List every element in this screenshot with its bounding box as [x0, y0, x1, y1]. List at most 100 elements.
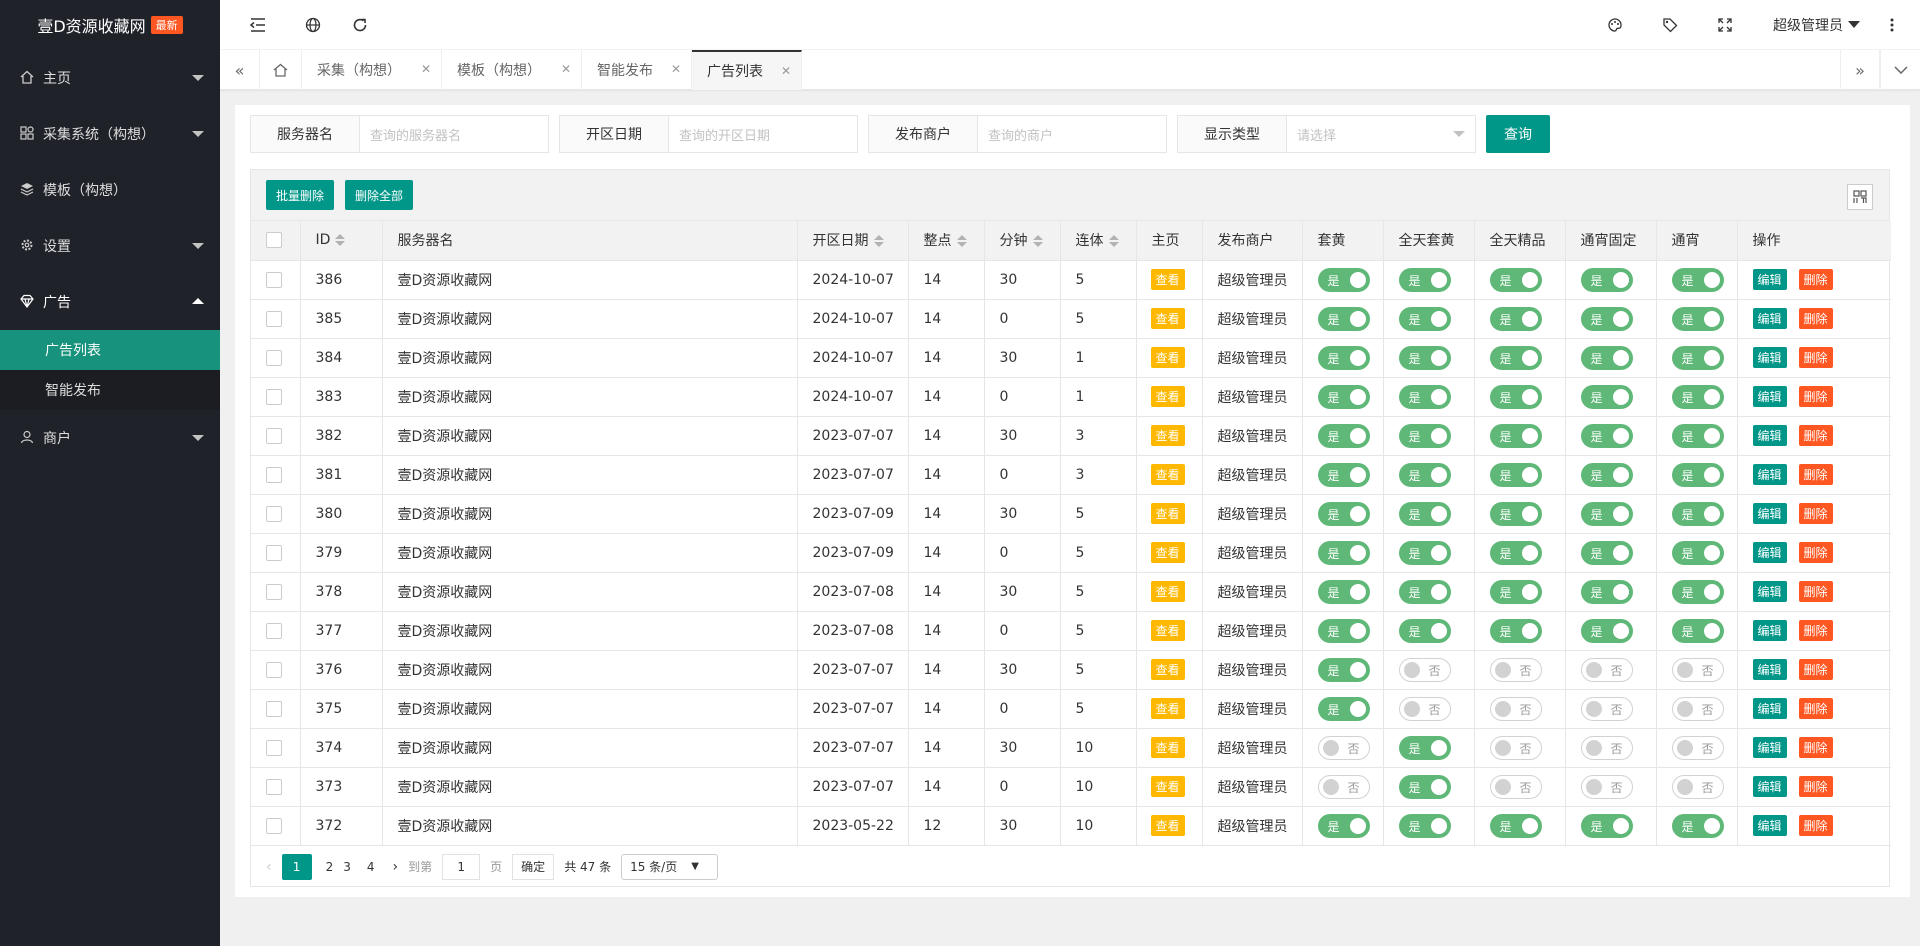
- toggle-switch[interactable]: 否: [1317, 774, 1370, 799]
- toggle-switch[interactable]: 是: [1671, 384, 1724, 409]
- toggle-switch[interactable]: 是: [1398, 579, 1451, 604]
- edit-button[interactable]: 编辑: [1752, 581, 1787, 602]
- toggle-switch[interactable]: 是: [1317, 423, 1370, 448]
- toggle-switch[interactable]: 是: [1317, 813, 1370, 838]
- toggle-switch[interactable]: 是: [1317, 384, 1370, 409]
- delete-all-button[interactable]: 删除全部: [345, 180, 413, 210]
- toggle-switch[interactable]: 是: [1489, 345, 1542, 370]
- header-date[interactable]: 开区日期: [797, 221, 909, 261]
- delete-button[interactable]: 删除: [1798, 737, 1833, 758]
- toggle-switch[interactable]: 是: [1489, 306, 1542, 331]
- view-button[interactable]: 查看: [1150, 386, 1185, 407]
- edit-button[interactable]: 编辑: [1752, 659, 1787, 680]
- edit-button[interactable]: 编辑: [1752, 386, 1787, 407]
- close-icon[interactable]: ✕: [671, 62, 681, 76]
- toggle-switch[interactable]: 是: [1671, 345, 1724, 370]
- toggle-switch[interactable]: 是: [1489, 423, 1542, 448]
- tab-menu-down-icon[interactable]: [1880, 50, 1920, 90]
- row-checkbox[interactable]: [266, 622, 282, 639]
- delete-button[interactable]: 删除: [1798, 698, 1833, 719]
- sidebar-subitem-smart-publish[interactable]: 智能发布: [0, 370, 220, 410]
- toggle-switch[interactable]: 否: [1317, 735, 1370, 760]
- toggle-switch[interactable]: 否: [1580, 774, 1633, 799]
- batch-delete-button[interactable]: 批量删除: [266, 180, 334, 210]
- sidebar-item-collect[interactable]: 采集系统（构想）: [0, 106, 220, 162]
- more-vertical-icon[interactable]: [1882, 15, 1902, 35]
- toggle-switch[interactable]: 否: [1398, 696, 1451, 721]
- toggle-switch[interactable]: 否: [1671, 696, 1724, 721]
- page-size-select[interactable]: 15 条/页 ▼: [621, 853, 718, 880]
- toggle-switch[interactable]: 是: [1398, 618, 1451, 643]
- tab-template[interactable]: 模板（构想） ✕: [442, 50, 582, 90]
- toggle-switch[interactable]: 否: [1671, 657, 1724, 682]
- page-2[interactable]: 2: [326, 860, 334, 874]
- toggle-switch[interactable]: 是: [1317, 345, 1370, 370]
- sidebar-item-home[interactable]: 主页: [0, 50, 220, 106]
- date-search-input[interactable]: 查询的开区日期: [669, 116, 857, 152]
- menu-fold-icon[interactable]: [248, 15, 268, 35]
- delete-button[interactable]: 删除: [1798, 386, 1833, 407]
- toggle-switch[interactable]: 是: [1489, 618, 1542, 643]
- toggle-switch[interactable]: 是: [1580, 618, 1633, 643]
- edit-button[interactable]: 编辑: [1752, 698, 1787, 719]
- sidebar-subitem-ad-list[interactable]: 广告列表: [0, 330, 220, 370]
- toggle-switch[interactable]: 是: [1398, 306, 1451, 331]
- view-button[interactable]: 查看: [1150, 269, 1185, 290]
- toggle-switch[interactable]: 否: [1398, 657, 1451, 682]
- toggle-switch[interactable]: 是: [1317, 579, 1370, 604]
- toggle-switch[interactable]: 是: [1580, 579, 1633, 604]
- toggle-switch[interactable]: 是: [1580, 306, 1633, 331]
- toggle-switch[interactable]: 是: [1398, 423, 1451, 448]
- tag-icon[interactable]: [1660, 15, 1680, 35]
- toggle-switch[interactable]: 是: [1317, 462, 1370, 487]
- toggle-switch[interactable]: 是: [1580, 267, 1633, 292]
- toggle-switch[interactable]: 是: [1489, 462, 1542, 487]
- view-button[interactable]: 查看: [1150, 659, 1185, 680]
- toggle-switch[interactable]: 是: [1489, 501, 1542, 526]
- toggle-switch[interactable]: 是: [1317, 267, 1370, 292]
- tab-smart-publish[interactable]: 智能发布 ✕: [582, 50, 692, 90]
- toggle-switch[interactable]: 是: [1317, 696, 1370, 721]
- toggle-switch[interactable]: 否: [1671, 774, 1724, 799]
- tab-home[interactable]: [260, 50, 302, 90]
- toggle-switch[interactable]: 是: [1317, 306, 1370, 331]
- toggle-switch[interactable]: 是: [1580, 462, 1633, 487]
- toggle-switch[interactable]: 否: [1580, 696, 1633, 721]
- toggle-switch[interactable]: 是: [1580, 345, 1633, 370]
- view-button[interactable]: 查看: [1150, 464, 1185, 485]
- merchant-search-input[interactable]: 查询的商户: [978, 116, 1166, 152]
- toggle-switch[interactable]: 是: [1489, 579, 1542, 604]
- header-id[interactable]: ID: [300, 221, 383, 261]
- query-button[interactable]: 查询: [1486, 115, 1550, 153]
- goto-confirm-button[interactable]: 确定: [512, 853, 555, 880]
- view-button[interactable]: 查看: [1150, 347, 1185, 368]
- edit-button[interactable]: 编辑: [1752, 542, 1787, 563]
- toggle-switch[interactable]: 是: [1580, 813, 1633, 838]
- delete-button[interactable]: 删除: [1798, 347, 1833, 368]
- sort-icon[interactable]: [956, 235, 967, 248]
- sort-icon[interactable]: [335, 234, 346, 247]
- edit-button[interactable]: 编辑: [1752, 776, 1787, 797]
- toggle-switch[interactable]: 是: [1317, 618, 1370, 643]
- toggle-switch[interactable]: 否: [1580, 657, 1633, 682]
- delete-button[interactable]: 删除: [1798, 581, 1833, 602]
- row-checkbox[interactable]: [266, 700, 282, 717]
- page-1[interactable]: 1: [281, 853, 312, 880]
- toggle-switch[interactable]: 是: [1398, 384, 1451, 409]
- toggle-switch[interactable]: 是: [1671, 306, 1724, 331]
- toggle-switch[interactable]: 否: [1489, 696, 1542, 721]
- fullscreen-icon[interactable]: [1715, 15, 1735, 35]
- delete-button[interactable]: 删除: [1798, 776, 1833, 797]
- sidebar-item-merchant[interactable]: 商户: [0, 410, 220, 466]
- row-checkbox[interactable]: [266, 427, 282, 444]
- toggle-switch[interactable]: 是: [1398, 540, 1451, 565]
- tab-ad-list[interactable]: 广告列表 ✕: [692, 50, 802, 90]
- header-minute[interactable]: 分钟: [984, 221, 1061, 261]
- globe-icon[interactable]: [303, 15, 323, 35]
- toggle-switch[interactable]: 是: [1398, 501, 1451, 526]
- edit-button[interactable]: 编辑: [1752, 815, 1787, 836]
- tab-scroll-left-icon[interactable]: «: [220, 50, 260, 90]
- sidebar-item-template[interactable]: 模板（构想）: [0, 162, 220, 218]
- toggle-switch[interactable]: 是: [1580, 384, 1633, 409]
- toggle-switch[interactable]: 是: [1671, 423, 1724, 448]
